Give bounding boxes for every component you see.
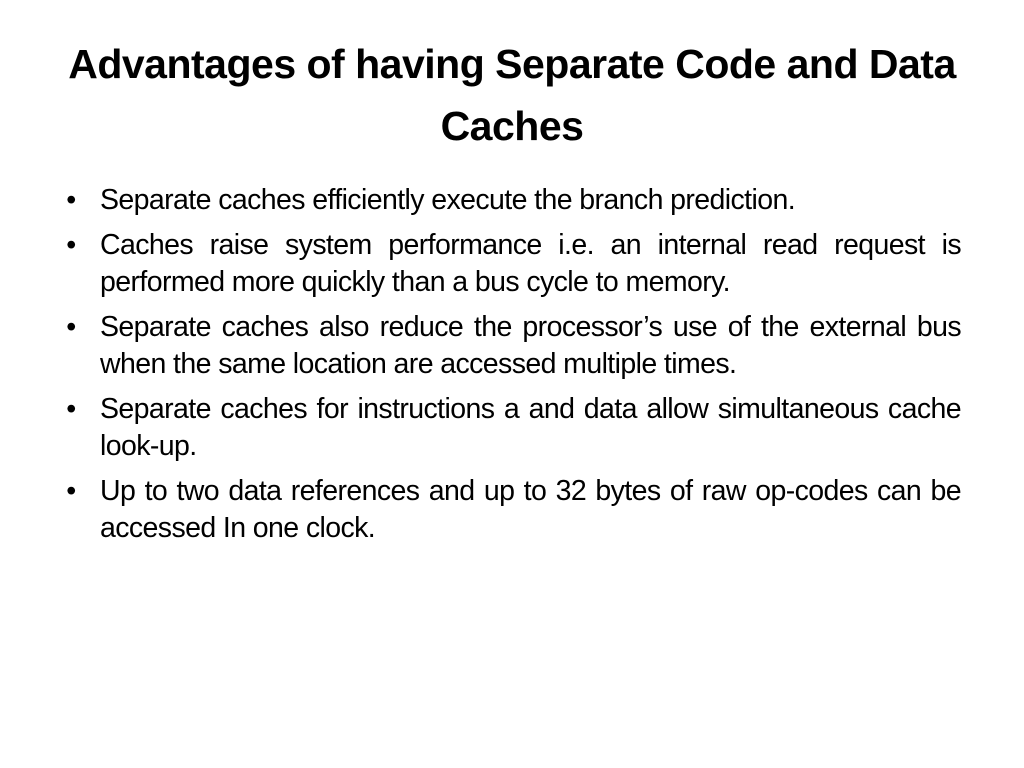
bullet-text: Separate caches for instructions a and d… [100, 393, 962, 462]
bullet-list: • Separate caches efficiently execute th… [55, 182, 961, 555]
bullet-item: • Separate caches also reduce the proces… [55, 309, 961, 383]
bullet-item: • Caches raise system performance i.e. a… [55, 227, 961, 301]
bullet-text: Caches raise system performance i.e. an … [100, 229, 962, 298]
bullet-text: Separate caches efficiently execute the … [100, 184, 796, 216]
bullet-item: • Separate caches efficiently execute th… [55, 182, 961, 219]
bullet-icon: • [66, 229, 76, 261]
bullet-icon: • [66, 393, 76, 425]
bullet-icon: • [66, 311, 76, 343]
slide-title: Advantages of having Separate Code and D… [68, 41, 956, 149]
bullet-icon: • [66, 184, 76, 216]
bullet-text: Separate caches also reduce the processo… [100, 311, 962, 380]
slide: Advantages of having Separate Code and D… [0, 0, 1024, 768]
bullet-icon: • [66, 475, 76, 507]
bullet-text: Up to two data references and up to 32 b… [100, 475, 962, 544]
bullet-item: • Up to two data references and up to 32… [55, 473, 961, 547]
bullet-item: • Separate caches for instructions a and… [55, 391, 961, 465]
